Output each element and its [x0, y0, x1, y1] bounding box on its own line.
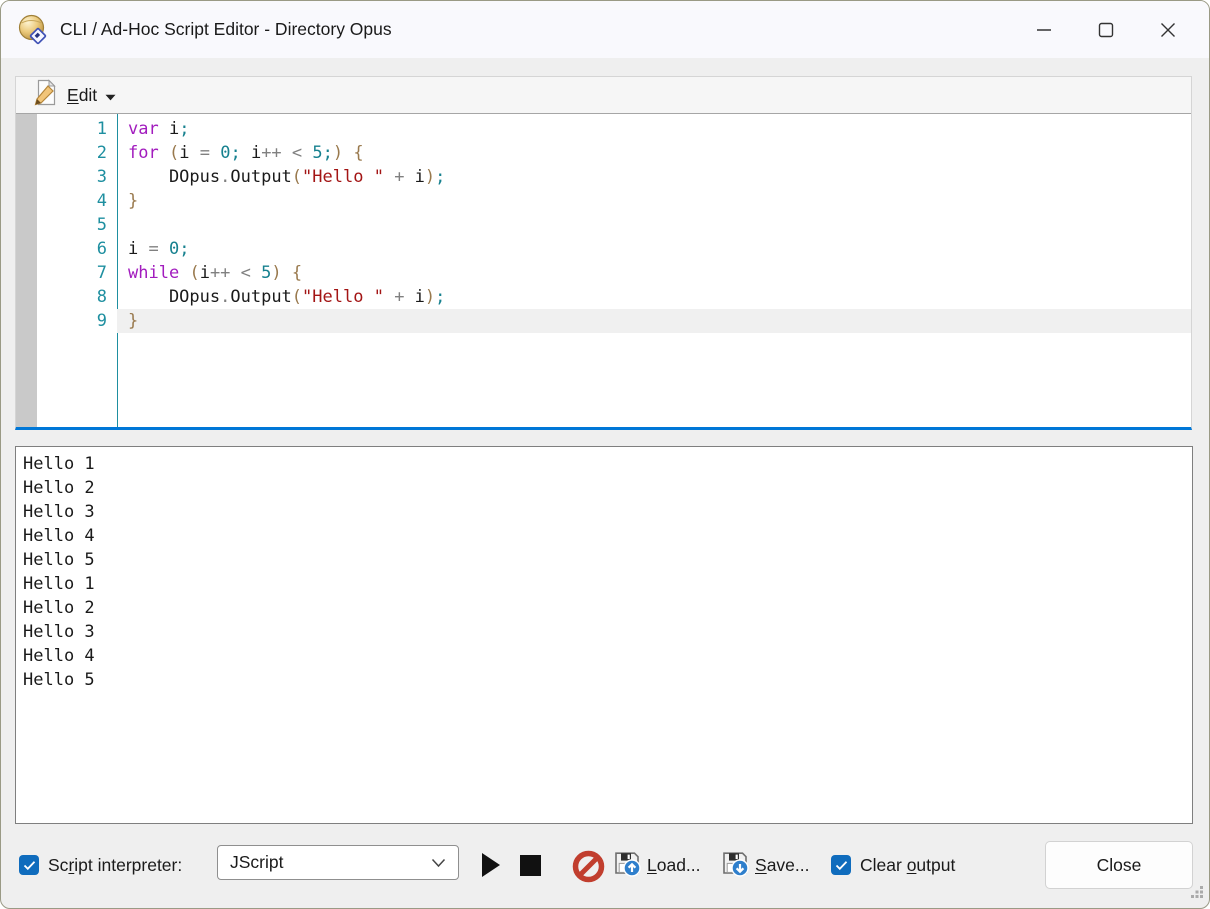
edit-document-icon	[33, 79, 59, 111]
stop-icon	[520, 855, 541, 876]
clear-output-checkbox-group[interactable]: Clear output	[831, 841, 955, 889]
code-text: i = 0;	[117, 237, 1191, 261]
code-line-8[interactable]: 8 DOpus.Output("Hello " + i);	[37, 285, 1191, 309]
run-script-button[interactable]	[479, 852, 503, 878]
output-line: Hello 3	[23, 620, 1192, 644]
save-button-label: Save...	[755, 855, 810, 876]
chevron-down-icon	[105, 85, 116, 106]
edit-menu-label: Edit	[67, 85, 97, 106]
output-line: Hello 2	[23, 596, 1192, 620]
clear-output-checkbox[interactable]	[831, 855, 851, 875]
line-number: 3	[37, 165, 117, 189]
save-script-button[interactable]: Save...	[721, 841, 810, 889]
window-controls	[1013, 1, 1199, 58]
interpreter-value: JScript	[230, 852, 283, 873]
stop-script-button[interactable]	[520, 855, 541, 876]
script-output-panel[interactable]: Hello 1Hello 2Hello 3Hello 4Hello 5Hello…	[15, 446, 1193, 824]
load-floppy-icon	[613, 849, 641, 882]
clear-output-label: Clear output	[860, 855, 955, 876]
code-text: for (i = 0; i++ < 5;) {	[117, 141, 1191, 165]
script-editor-dialog: CLI / Ad-Hoc Script Editor - Directory O…	[0, 0, 1210, 909]
code-text: }	[117, 189, 1191, 213]
load-button-label: Load...	[647, 855, 701, 876]
save-floppy-icon	[721, 849, 749, 882]
code-line-9[interactable]: 9}	[37, 309, 1191, 333]
line-number: 9	[37, 309, 117, 333]
resize-grip[interactable]	[1190, 885, 1204, 904]
script-interpreter-label: Script interpreter:	[48, 855, 182, 876]
output-line: Hello 5	[23, 548, 1192, 572]
code-line-3[interactable]: 3 DOpus.Output("Hello " + i);	[37, 165, 1191, 189]
line-number: 6	[37, 237, 117, 261]
checkmark-icon	[23, 860, 36, 871]
code-editor[interactable]: 1var i;2for (i = 0; i++ < 5;) {3 DOpus.O…	[16, 114, 1191, 427]
code-line-2[interactable]: 2for (i = 0; i++ < 5;) {	[37, 141, 1191, 165]
titlebar: CLI / Ad-Hoc Script Editor - Directory O…	[1, 1, 1209, 58]
code-text	[117, 213, 1191, 237]
code-text: while (i++ < 5) {	[117, 261, 1191, 285]
code-text: }	[117, 309, 1191, 333]
close-icon	[1160, 22, 1176, 38]
output-line: Hello 4	[23, 524, 1192, 548]
load-script-button[interactable]: Load...	[613, 841, 701, 889]
output-line: Hello 5	[23, 668, 1192, 692]
output-line: Hello 1	[23, 452, 1192, 476]
code-text: var i;	[117, 117, 1191, 141]
combo-chevron-icon	[431, 852, 446, 873]
directory-opus-app-icon	[17, 14, 49, 46]
maximize-button[interactable]	[1075, 1, 1137, 58]
code-line-5[interactable]: 5	[37, 213, 1191, 237]
line-number: 5	[37, 213, 117, 237]
script-editor-panel: Edit 1var i;2for (i = 0; i++ < 5;) {3 DO…	[15, 76, 1192, 430]
output-line: Hello 2	[23, 476, 1192, 500]
line-number: 1	[37, 117, 117, 141]
script-interpreter-checkbox[interactable]	[19, 855, 39, 875]
abort-button[interactable]	[571, 849, 605, 883]
minimize-button[interactable]	[1013, 1, 1075, 58]
output-line: Hello 3	[23, 500, 1192, 524]
line-number: 2	[37, 141, 117, 165]
code-line-7[interactable]: 7while (i++ < 5) {	[37, 261, 1191, 285]
line-number: 8	[37, 285, 117, 309]
code-line-4[interactable]: 4}	[37, 189, 1191, 213]
code-line-1[interactable]: 1var i;	[37, 117, 1191, 141]
editor-gutter	[16, 114, 37, 427]
line-number: 4	[37, 189, 117, 213]
checkmark-icon	[835, 860, 848, 871]
script-interpreter-checkbox-group[interactable]: Script interpreter:	[19, 841, 182, 889]
close-window-button[interactable]	[1137, 1, 1199, 58]
interpreter-select[interactable]: JScript	[217, 845, 459, 880]
play-icon	[482, 853, 500, 877]
code-text: DOpus.Output("Hello " + i);	[117, 285, 1191, 309]
code-line-6[interactable]: 6i = 0;	[37, 237, 1191, 261]
code-text: DOpus.Output("Hello " + i);	[117, 165, 1191, 189]
line-number: 7	[37, 261, 117, 285]
output-line: Hello 1	[23, 572, 1192, 596]
close-button[interactable]: Close	[1045, 841, 1193, 889]
window-title: CLI / Ad-Hoc Script Editor - Directory O…	[60, 19, 392, 40]
prohibition-icon	[572, 850, 605, 883]
minimize-icon	[1036, 22, 1052, 38]
maximize-icon	[1098, 22, 1114, 38]
code-lines: 1var i;2for (i = 0; i++ < 5;) {3 DOpus.O…	[37, 117, 1191, 333]
output-lines: Hello 1Hello 2Hello 3Hello 4Hello 5Hello…	[23, 452, 1192, 692]
editor-menubar: Edit	[16, 77, 1191, 114]
output-line: Hello 4	[23, 644, 1192, 668]
edit-menu-button[interactable]: Edit	[29, 77, 120, 113]
